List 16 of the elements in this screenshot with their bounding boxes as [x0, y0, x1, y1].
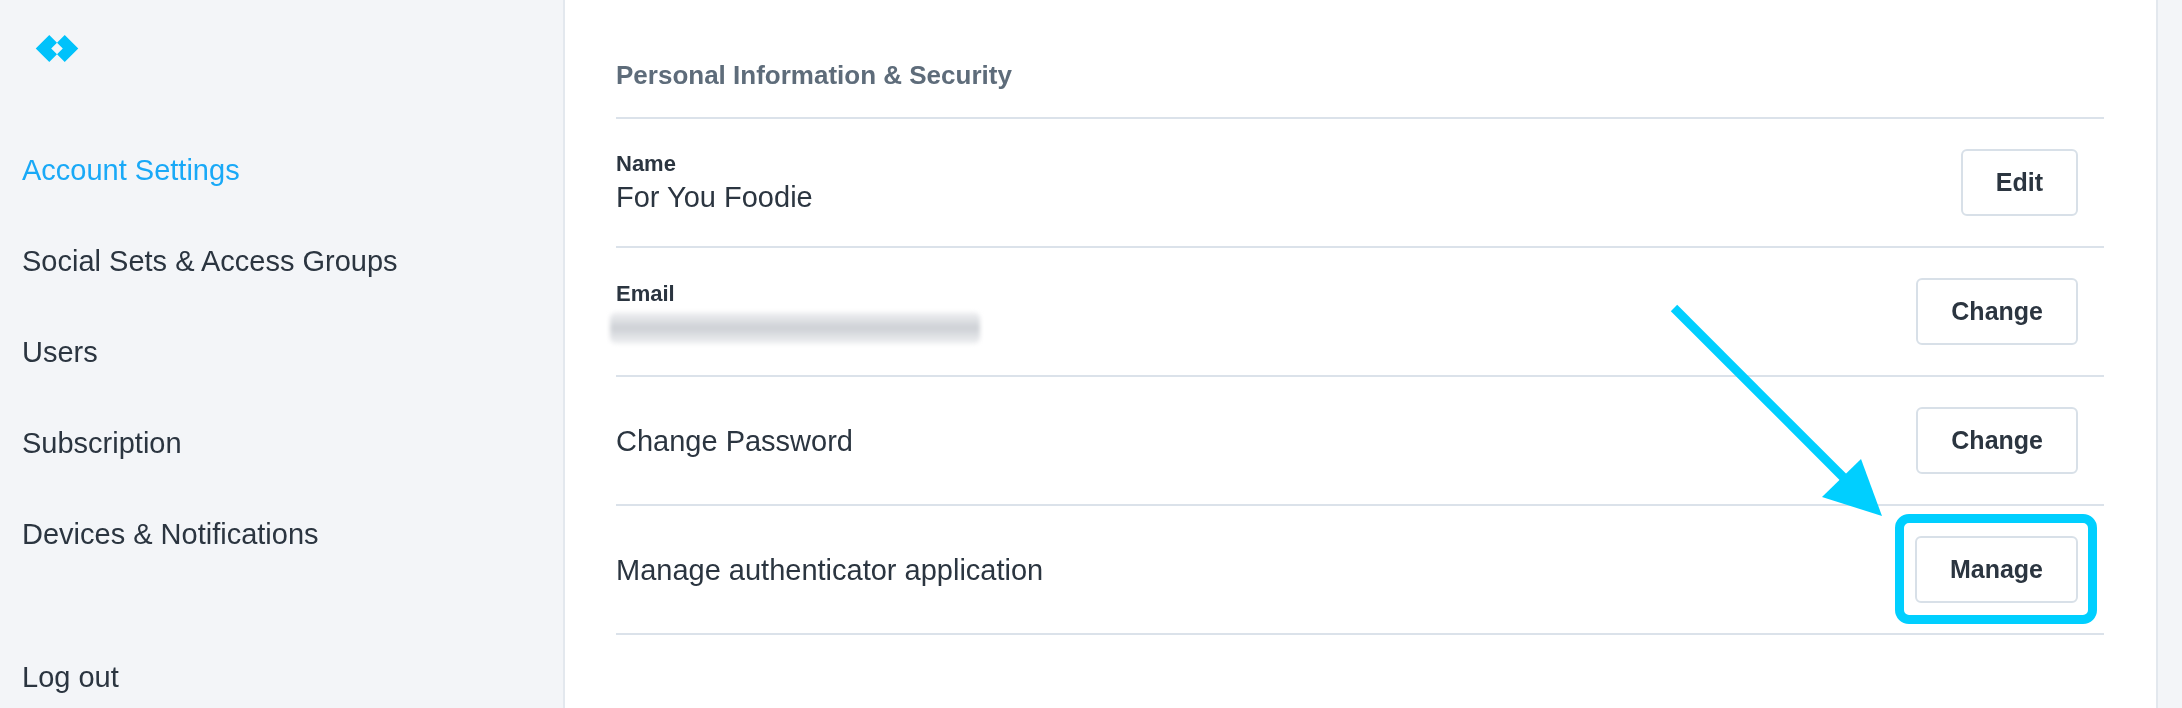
- field-label: Email: [616, 279, 675, 308]
- field-value: For You Foodie: [616, 179, 813, 215]
- setting-title: Change Password: [616, 423, 853, 459]
- sidebar-nav-item[interactable]: Subscription: [22, 425, 182, 461]
- field-label: Name: [616, 149, 676, 178]
- action-button[interactable]: Change: [1916, 278, 2078, 345]
- section-title: Personal Information & Security: [616, 59, 1012, 91]
- logout-link[interactable]: Log out: [22, 659, 119, 695]
- sidebar-nav-item[interactable]: Social Sets & Access Groups: [22, 243, 398, 279]
- sidebar-nav-item[interactable]: Devices & Notifications: [22, 516, 319, 552]
- setting-title: Manage authenticator application: [616, 552, 1044, 588]
- action-button[interactable]: Change: [1916, 407, 2078, 474]
- sidebar-nav-item[interactable]: Users: [22, 334, 98, 370]
- logo-icon: [35, 34, 79, 63]
- action-button[interactable]: Edit: [1960, 149, 2078, 216]
- action-button[interactable]: Manage: [1914, 536, 2078, 603]
